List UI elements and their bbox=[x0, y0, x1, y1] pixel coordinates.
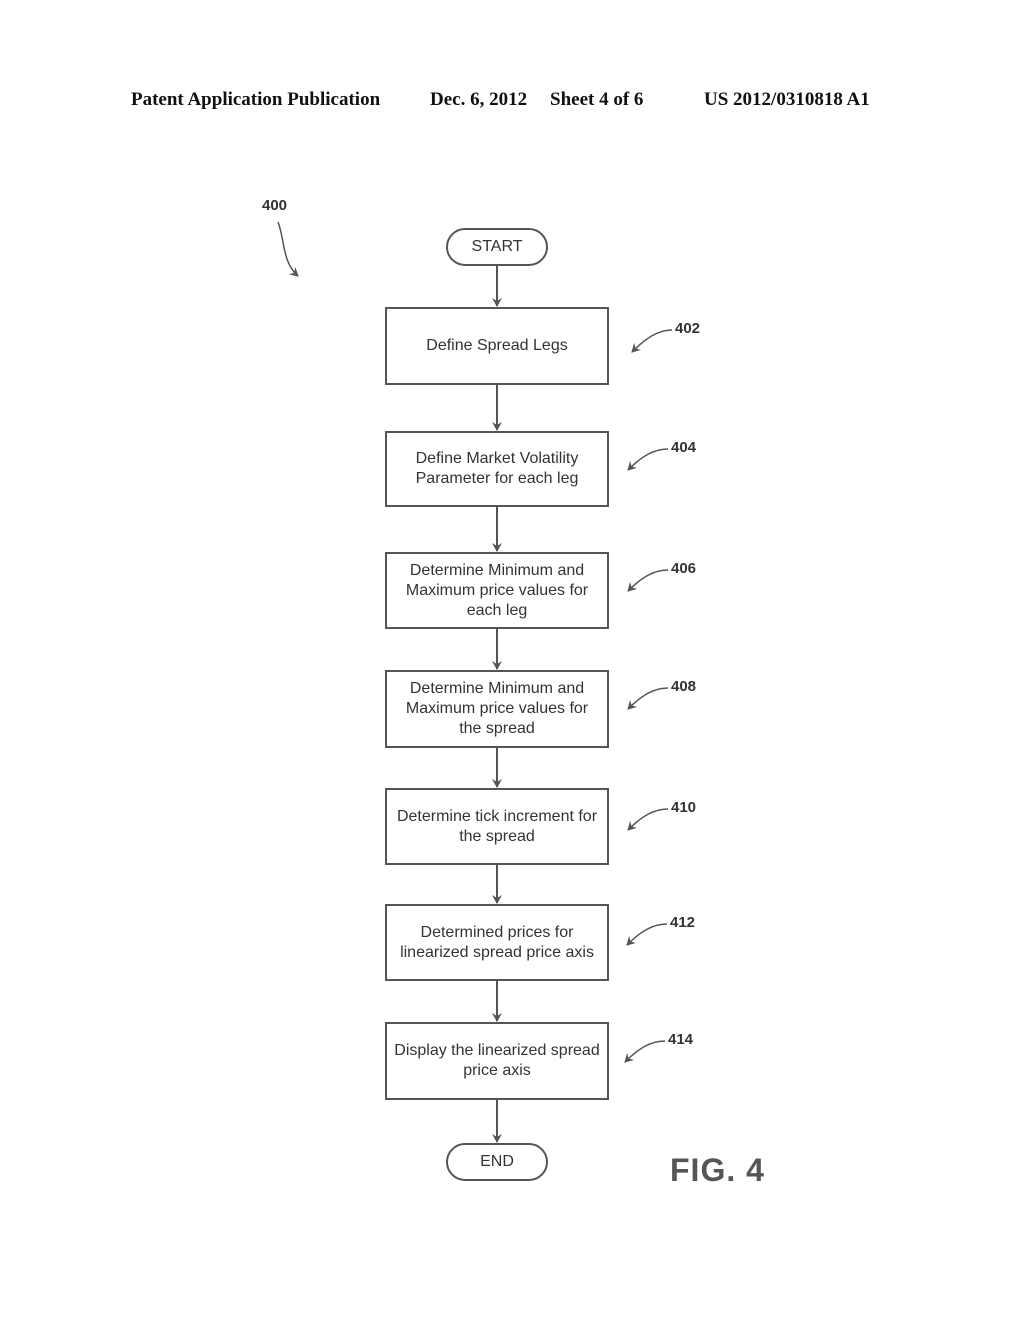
figure-label: FIG. 4 bbox=[670, 1152, 765, 1188]
step-410-text: Determine tick increment for the spread bbox=[396, 807, 598, 845]
step-406-ref: 406 bbox=[671, 560, 697, 577]
step-414-text: Display the linearized spread price axis bbox=[394, 1042, 600, 1079]
step-402-ref: 402 bbox=[675, 320, 701, 337]
ref-leader-arrow bbox=[624, 1040, 666, 1063]
step-408-box: Determine Minimum and Maximum price valu… bbox=[385, 670, 609, 748]
step-408-ref: 408 bbox=[671, 678, 697, 695]
end-terminal: END bbox=[446, 1143, 548, 1181]
step-406-box: Determine Minimum and Maximum price valu… bbox=[385, 552, 609, 629]
step-404-text: Define Market Volatility Parameter for e… bbox=[415, 450, 579, 487]
ref-leader-arrow bbox=[627, 808, 669, 831]
step-408-text: Determine Minimum and Maximum price valu… bbox=[405, 680, 589, 737]
ref-leader-arrow bbox=[631, 329, 673, 353]
end-label: END bbox=[480, 1153, 514, 1170]
step-402-text: Define Spread Legs bbox=[426, 337, 568, 354]
ref-400-arrow bbox=[277, 221, 299, 277]
start-terminal: START bbox=[446, 228, 548, 266]
step-412-ref: 412 bbox=[670, 914, 696, 931]
diagram-ref-label: 400 bbox=[262, 197, 288, 214]
step-414-ref: 414 bbox=[668, 1031, 694, 1048]
step-414-box: Display the linearized spread price axis bbox=[385, 1022, 609, 1100]
step-412-box: Determined prices for linearized spread … bbox=[385, 904, 609, 981]
start-label: START bbox=[471, 238, 523, 255]
ref-leader-arrow bbox=[627, 448, 669, 471]
step-402-box: Define Spread Legs bbox=[385, 307, 609, 385]
step-404-ref: 404 bbox=[671, 439, 697, 456]
step-410-box: Determine tick increment for the spread bbox=[385, 788, 609, 865]
connector-layer bbox=[277, 221, 673, 1143]
ref-leader-arrow bbox=[627, 687, 669, 710]
ref-leader-arrow bbox=[626, 923, 668, 946]
step-404-box: Define Market Volatility Parameter for e… bbox=[385, 431, 609, 507]
step-406-text: Determine Minimum and Maximum price valu… bbox=[405, 561, 589, 619]
ref-leader-arrow bbox=[627, 569, 669, 592]
step-412-text: Determined prices for linearized spread … bbox=[400, 923, 594, 961]
step-410-ref: 410 bbox=[671, 799, 697, 816]
